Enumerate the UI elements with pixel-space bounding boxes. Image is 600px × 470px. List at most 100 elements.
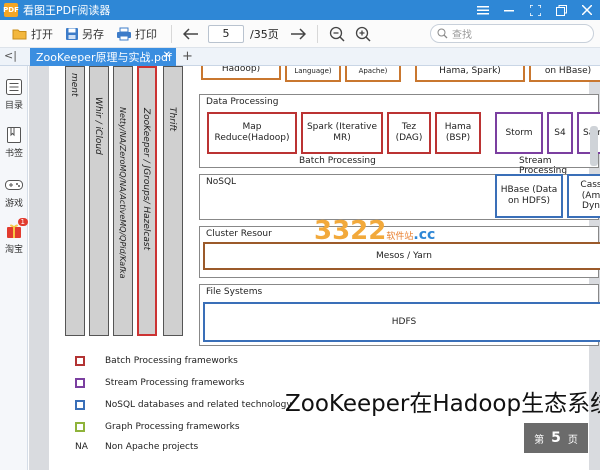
- legend-item: Batch Processing frameworks: [75, 356, 238, 366]
- save-as-label: 另存: [82, 27, 104, 41]
- search-placeholder: 查找: [452, 30, 472, 41]
- diagram-box: Hadoop): [201, 66, 281, 80]
- fullscreen-icon[interactable]: [522, 0, 548, 20]
- tab-document[interactable]: ZooKeeper原理与实战.pdf ✕: [30, 48, 176, 66]
- window-controls: [470, 0, 600, 20]
- save-as-button[interactable]: 另存: [59, 23, 110, 45]
- zoom-out-icon[interactable]: [326, 23, 348, 45]
- page-number-input[interactable]: 5: [208, 24, 244, 43]
- sidebar-item-label: 游戏: [4, 199, 23, 209]
- sidebar-item-label: 淘宝: [4, 245, 23, 255]
- vertical-scrollbar[interactable]: [590, 126, 598, 166]
- pdf-page: ment Whir / iCloud Netty/NA/ZeroMQ/NA/Ac…: [49, 66, 600, 470]
- restore-icon[interactable]: [548, 0, 574, 20]
- minimize-icon[interactable]: [496, 0, 522, 20]
- notification-badge: 1: [17, 218, 28, 226]
- sidebar-item-contents[interactable]: 目录: [0, 78, 28, 111]
- vertical-column: ZooKeeper / JGroups/ Hazelcast: [137, 66, 157, 336]
- legend-item: NoSQL databases and related technology: [75, 400, 292, 410]
- section-title: Cluster Resour: [206, 229, 272, 239]
- diagram-box: HBase (Data on HDFS): [495, 174, 563, 218]
- section-title: Data Processing: [206, 97, 279, 107]
- save-icon: [66, 27, 78, 40]
- column-label: ment: [69, 73, 79, 97]
- list-icon: [5, 78, 23, 96]
- watermark-sub: 软件站: [386, 232, 414, 242]
- watermark-suffix: .cc: [413, 227, 436, 243]
- window-title: 看图王PDF阅读器: [23, 4, 111, 17]
- legend-label: Non Apache projects: [105, 442, 199, 452]
- legend-swatch: [75, 422, 85, 432]
- section-title: File Systems: [206, 287, 263, 297]
- vertical-column: Netty/NA/ZeroMQ/NA/ActiveMQ/QPid/Kafka: [113, 66, 133, 336]
- legend-item: NA Non Apache projects: [75, 442, 198, 452]
- diagram-box: on HBase): [529, 66, 600, 82]
- stream-processing-label: Stream Processing: [519, 156, 568, 176]
- diagram-box: Tez (DAG): [387, 112, 431, 154]
- diagram-box: Map Reduce(Hadoop): [207, 112, 297, 154]
- title-bar: PDF 看图王PDF阅读器: [0, 0, 600, 20]
- column-label: Whir / iCloud: [93, 97, 103, 155]
- diagram-box: Mesos / Yarn: [203, 242, 600, 270]
- print-button[interactable]: 打印: [110, 23, 163, 45]
- printer-icon: [117, 27, 131, 40]
- folder-icon: [12, 29, 27, 39]
- bookmark-icon: [5, 126, 23, 144]
- page-indicator-suffix: 页: [567, 434, 578, 446]
- legend-label: Stream Processing frameworks: [105, 378, 245, 388]
- legend-mark: NA: [75, 442, 88, 452]
- legend-item: Stream Processing frameworks: [75, 378, 245, 388]
- close-icon[interactable]: [574, 0, 600, 20]
- toolbar-divider: [171, 24, 172, 43]
- section-title: NoSQL: [206, 177, 237, 187]
- document-viewport[interactable]: ment Whir / iCloud Netty/NA/ZeroMQ/NA/Ac…: [29, 66, 600, 470]
- legend-swatch: [75, 378, 85, 388]
- tab-bar: <| ZooKeeper原理与实战.pdf ✕ +: [0, 48, 600, 66]
- sidebar-item-games[interactable]: 游戏: [0, 176, 28, 209]
- sidebar-item-label: 书签: [4, 149, 23, 159]
- vertical-column: Whir / iCloud: [89, 66, 109, 336]
- open-label: 打开: [31, 27, 53, 41]
- prev-page-arrow-icon[interactable]: [180, 23, 202, 45]
- tab-label: ZooKeeper原理与实战.pdf: [36, 51, 172, 64]
- sidebar-item-bookmarks[interactable]: 书签: [0, 126, 28, 159]
- legend-swatch: [75, 356, 85, 366]
- sidebar: 目录 书签 游戏 1 淘宝: [0, 66, 28, 470]
- menu-icon[interactable]: [470, 0, 496, 20]
- toolbar-divider: [316, 24, 318, 43]
- page-total: /35页: [250, 27, 279, 41]
- app-logo-icon: PDF: [3, 3, 19, 17]
- watermark-logo: 3322软件站.cc: [314, 216, 435, 246]
- new-tab-button[interactable]: +: [182, 49, 193, 64]
- diagram-box: Storm: [495, 112, 543, 154]
- legend-label: Batch Processing frameworks: [105, 356, 238, 366]
- column-label: ZooKeeper / JGroups/ Hazelcast: [141, 108, 151, 251]
- legend-swatch: [75, 400, 85, 410]
- vertical-column: ment: [65, 66, 85, 336]
- page-indicator-number: 5: [551, 430, 561, 446]
- tab-close-icon[interactable]: ✕: [163, 50, 171, 61]
- diagram-box: S4: [547, 112, 573, 154]
- gamepad-icon: [5, 176, 23, 194]
- page-indicator: 第 5 页: [524, 423, 588, 453]
- open-button[interactable]: 打开: [6, 23, 59, 45]
- legend-label: Graph Processing frameworks: [105, 422, 240, 432]
- zoom-in-icon[interactable]: [352, 23, 374, 45]
- search-icon: [437, 28, 448, 39]
- diagram-box: HDFS: [203, 302, 600, 342]
- column-label: Thrift: [167, 107, 177, 132]
- column-label: Netty/NA/ZeroMQ/NA/ActiveMQ/QPid/Kafka: [118, 107, 127, 279]
- diagram-box: Cass (Am Dyn: [567, 174, 600, 218]
- page-caption: ZooKeeper在Hadoop生态系统: [285, 391, 600, 417]
- sidebar-item-taobao[interactable]: 1 淘宝: [0, 218, 28, 255]
- gift-icon: 1: [5, 218, 28, 240]
- batch-processing-label: Batch Processing: [299, 156, 376, 166]
- collapse-sidebar-icon[interactable]: <|: [4, 49, 17, 62]
- diagram-box: Language): [285, 66, 341, 82]
- search-field[interactable]: 查找: [430, 24, 594, 43]
- legend-label: NoSQL databases and related technology: [105, 400, 292, 410]
- next-page-arrow-icon[interactable]: [287, 23, 309, 45]
- print-label: 打印: [135, 27, 157, 41]
- legend-item: Graph Processing frameworks: [75, 422, 240, 432]
- toolbar: 打开 另存 打印 5 /35页 查找: [0, 20, 600, 48]
